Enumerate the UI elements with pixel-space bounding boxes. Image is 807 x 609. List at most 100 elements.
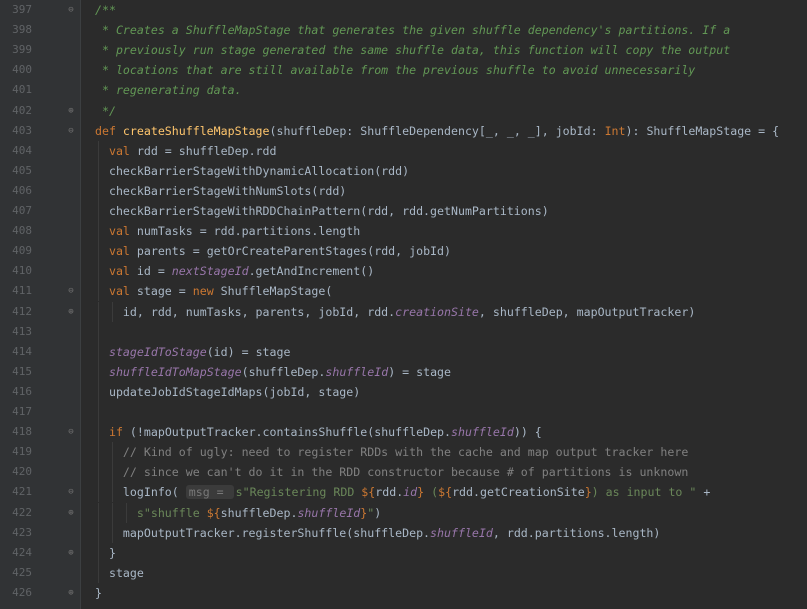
code-line[interactable]: 399 * previously run stage generated the… [0, 40, 807, 60]
code-line[interactable]: 423 mapOutputTracker.registerShuffle(shu… [0, 522, 807, 543]
code-text[interactable]: // since we can't do it in the RDD const… [95, 462, 688, 482]
code-line[interactable]: 418 ⊖ if (!mapOutputTracker.containsShuff… [0, 422, 807, 443]
code-line[interactable]: 410 val id = nextStageId.getAndIncrement… [0, 261, 807, 282]
line-number: 404 [12, 143, 32, 157]
code-line[interactable]: 408 val numTasks = rdd.partitions.length [0, 221, 807, 242]
fold-open-icon[interactable]: ⊖ [66, 281, 76, 301]
code-text[interactable]: * Creates a ShuffleMapStage that generat… [95, 20, 730, 40]
code-text[interactable]: val parents = getOrCreateParentStages(rd… [95, 241, 451, 261]
line-number: 411 [12, 284, 32, 298]
code-line[interactable]: 398 * Creates a ShuffleMapStage that gen… [0, 20, 807, 40]
code-token: rdd. [375, 485, 404, 500]
code-text[interactable]: s"shuffle ${shuffleDep.shuffleId}") [95, 503, 381, 523]
code-line[interactable]: 409 val parents = getOrCreateParentStage… [0, 241, 807, 262]
code-text[interactable]: checkBarrierStageWithDynamicAllocation(r… [95, 161, 409, 181]
code-text[interactable]: val rdd = shuffleDep.rdd [95, 141, 277, 161]
code-text[interactable]: } [95, 543, 116, 563]
code-line[interactable]: 421 ⊖ logInfo( msg = s"Registering RDD ${… [0, 482, 807, 503]
code-line[interactable]: 400 * locations that are still available… [0, 60, 807, 80]
code-text[interactable]: * locations that are still available fro… [95, 60, 695, 80]
code-text[interactable]: checkBarrierStageWithRDDChainPattern(rdd… [95, 201, 549, 221]
code-text[interactable]: if (!mapOutputTracker.containsShuffle(sh… [95, 422, 542, 442]
code-line[interactable]: 424 ⊕ } [0, 542, 807, 563]
line-number: 417 [12, 405, 32, 418]
fold-close-icon[interactable]: ⊕ [66, 503, 76, 523]
code-token: shuffleId [325, 364, 389, 379]
code-line[interactable]: 413 [0, 321, 807, 342]
code-token: , shuffleDep, mapOutputTracker) [478, 304, 696, 319]
code-line[interactable]: 402 ⊕ */ [0, 101, 807, 121]
code-text[interactable]: updateJobIdStageIdMaps(jobId, stage) [95, 382, 360, 402]
code-token: * locations that are still available fro… [95, 63, 696, 78]
code-line[interactable]: 415 shuffleIdToMapStage(shuffleDep.shuff… [0, 361, 807, 382]
code-text[interactable]: mapOutputTracker.registerShuffle(shuffle… [95, 523, 661, 543]
code-line[interactable]: 404 val rdd = shuffleDep.rdd [0, 140, 807, 161]
code-token: .getAndIncrement() [248, 264, 375, 279]
line-number: 402 [12, 103, 32, 117]
indent-guide [98, 321, 99, 342]
code-text[interactable]: val stage = new ShuffleMapStage( [95, 281, 332, 301]
code-line[interactable]: 405 checkBarrierStageWithDynamicAllocati… [0, 160, 807, 181]
code-editor[interactable]: 397 ⊖ /** 398 * Creates a ShuffleMapStage t… [0, 0, 807, 609]
fold-open-icon[interactable]: ⊖ [66, 422, 76, 442]
line-number: 420 [12, 465, 32, 479]
code-text[interactable]: // Kind of ugly: need to register RDDs w… [95, 442, 688, 462]
code-text[interactable]: * previously run stage generated the sam… [95, 40, 730, 60]
line-number: 419 [12, 445, 32, 459]
code-text[interactable]: def createShuffleMapStage(shuffleDep: Sh… [95, 121, 779, 141]
code-line[interactable]: 426 ⊕} [0, 583, 807, 603]
code-token: val [108, 284, 137, 299]
fold-close-icon[interactable]: ⊕ [66, 101, 76, 121]
code-text[interactable]: val numTasks = rdd.partitions.length [95, 221, 360, 241]
code-token: new [192, 284, 221, 299]
code-text[interactable]: */ [95, 101, 116, 121]
line-number: 424 [12, 545, 32, 559]
code-line[interactable]: 411 ⊖ val stage = new ShuffleMapStage( [0, 281, 807, 302]
fold-open-icon[interactable]: ⊖ [66, 121, 76, 141]
code-line[interactable]: 419 // Kind of ugly: need to register RD… [0, 442, 807, 463]
code-text[interactable]: * regenerating data. [95, 80, 242, 100]
code-text[interactable]: } [95, 583, 102, 603]
fold-close-icon[interactable]: ⊕ [66, 583, 76, 603]
code-text[interactable]: stage [95, 563, 144, 583]
code-token: shuffleDep. [220, 505, 298, 520]
parameter-hint: msg = [185, 485, 234, 500]
code-line[interactable]: 422 ⊕ s"shuffle ${shuffleDep.shuffleId}") [0, 502, 807, 523]
fold-close-icon[interactable]: ⊕ [66, 543, 76, 563]
code-line[interactable]: 397 ⊖ /** [0, 0, 807, 20]
code-text[interactable]: val id = nextStageId.getAndIncrement() [95, 261, 374, 281]
fold-close-icon[interactable]: ⊕ [66, 302, 76, 322]
code-line[interactable]: 414 stageIdToStage(id) = stage [0, 341, 807, 362]
code-line[interactable]: 417 [0, 402, 807, 423]
code-line[interactable]: 406 checkBarrierStageWithNumSlots(rdd) [0, 180, 807, 201]
code-line[interactable]: 425 stage [0, 562, 807, 583]
code-token: if [108, 425, 130, 440]
code-token: (shuffleDep: ShuffleDependency[_, _, _],… [269, 123, 605, 138]
code-line[interactable]: 403 ⊖ def createShuffleMapStage(shuffleDep… [0, 121, 807, 141]
code-text[interactable]: shuffleIdToMapStage(shuffleDep.shuffleId… [95, 362, 451, 382]
fold-open-icon[interactable]: ⊖ [66, 482, 76, 502]
code-text[interactable]: logInfo( msg = s"Registering RDD ${rdd.i… [95, 482, 710, 502]
code-line[interactable]: 412 ⊕ id, rdd, numTasks, parents, jobId, … [0, 301, 807, 322]
code-text[interactable]: /** [95, 0, 116, 20]
code-line[interactable]: 407 checkBarrierStageWithRDDChainPattern… [0, 201, 807, 222]
code-line[interactable]: 401 * regenerating data. [0, 80, 807, 100]
code-text[interactable]: checkBarrierStageWithNumSlots(rdd) [95, 181, 346, 201]
code-line[interactable]: 416 updateJobIdStageIdMaps(jobId, stage) [0, 381, 807, 402]
line-number: 410 [12, 264, 32, 278]
code-token: ) as input to " [591, 485, 704, 500]
line-number: 401 [12, 83, 32, 97]
fold-open-icon[interactable]: ⊖ [66, 0, 76, 20]
code-token: stage [95, 565, 144, 580]
code-token: def [95, 123, 123, 138]
code-text[interactable]: stageIdToStage(id) = stage [95, 342, 291, 362]
code-text[interactable]: id, rdd, numTasks, parents, jobId, rdd.c… [95, 302, 695, 322]
code-line[interactable]: 420 // since we can't do it in the RDD c… [0, 462, 807, 483]
code-token: // Kind of ugly: need to register RDDs w… [122, 445, 689, 460]
